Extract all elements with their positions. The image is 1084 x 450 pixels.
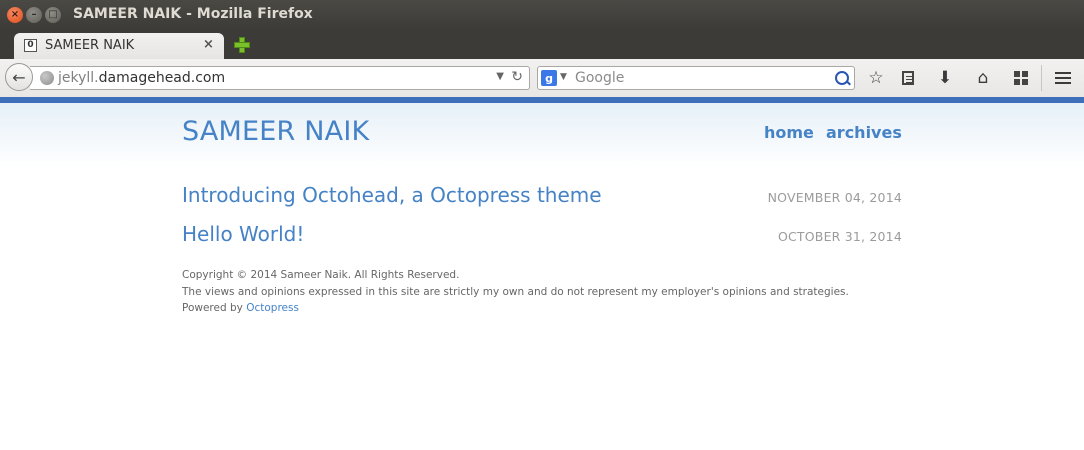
site-title[interactable]: SAMEER NAIK bbox=[182, 116, 369, 147]
footer-disclaimer: The views and opinions expressed in this… bbox=[182, 286, 849, 298]
magnifier-icon[interactable] bbox=[835, 71, 849, 85]
tab-title: SAMEER NAIK bbox=[45, 38, 135, 53]
footer-powered-by: Powered by Octopress bbox=[182, 302, 299, 314]
window-maximize-button[interactable]: □ bbox=[45, 7, 61, 23]
window-title: SAMEER NAIK - Mozilla Firefox bbox=[73, 6, 313, 22]
search-bar[interactable]: g ▼ Google bbox=[537, 66, 855, 90]
tab-favicon-icon: 0 bbox=[24, 39, 37, 52]
tab-close-icon[interactable]: × bbox=[203, 37, 214, 52]
reading-list-icon[interactable] bbox=[897, 67, 919, 89]
apps-grid-icon[interactable] bbox=[1010, 67, 1032, 89]
page-content: SAMEER NAIK home archives Introducing Oc… bbox=[0, 103, 1084, 450]
url-subdomain: jekyll. bbox=[58, 70, 99, 86]
back-button[interactable]: ← bbox=[5, 63, 33, 91]
nav-link-archives[interactable]: archives bbox=[826, 123, 902, 142]
reload-icon[interactable]: ↻ bbox=[511, 69, 523, 85]
home-icon[interactable]: ⌂ bbox=[972, 67, 994, 89]
url-domain: damagehead.com bbox=[98, 70, 226, 86]
url-bar[interactable]: jekyll.damagehead.com ▼ ↻ bbox=[30, 66, 530, 90]
globe-icon bbox=[40, 71, 54, 85]
nav-link-home[interactable]: home bbox=[764, 123, 814, 142]
search-engine-dropdown-icon[interactable]: ▼ bbox=[560, 72, 567, 82]
tab-sameer-naik[interactable]: 0 SAMEER NAIK × bbox=[14, 33, 224, 59]
window-minimize-button[interactable]: – bbox=[26, 7, 42, 23]
search-engine-icon[interactable]: g bbox=[541, 70, 557, 86]
back-arrow-icon: ← bbox=[12, 67, 26, 87]
bookmark-star-icon[interactable]: ☆ bbox=[865, 67, 887, 89]
url-history-dropdown-icon[interactable]: ▼ bbox=[496, 71, 504, 82]
post-title-hello-world[interactable]: Hello World! bbox=[182, 222, 304, 246]
url-text[interactable]: jekyll.damagehead.com bbox=[58, 70, 225, 86]
footer-copyright: Copyright © 2014 Sameer Naik. All Rights… bbox=[182, 269, 460, 281]
window-titlebar: × – □ SAMEER NAIK - Mozilla Firefox bbox=[0, 0, 1084, 30]
navigation-toolbar: jekyll.damagehead.com ▼ ↻ ← g ▼ Google ☆… bbox=[0, 59, 1084, 98]
post-date-octohead: NOVEMBER 04, 2014 bbox=[767, 190, 902, 205]
new-tab-plus-icon[interactable] bbox=[234, 37, 250, 53]
toolbar-separator bbox=[1041, 65, 1042, 91]
window-close-button[interactable]: × bbox=[7, 7, 23, 23]
tab-strip: 0 SAMEER NAIK × bbox=[0, 30, 1084, 59]
menu-icon[interactable] bbox=[1052, 67, 1074, 89]
footer-powered-prefix: Powered by bbox=[182, 302, 247, 314]
post-date-hello-world: OCTOBER 31, 2014 bbox=[777, 229, 902, 244]
search-input-placeholder[interactable]: Google bbox=[575, 70, 624, 86]
post-title-octohead[interactable]: Introducing Octohead, a Octopress theme bbox=[182, 183, 602, 207]
octopress-link[interactable]: Octopress bbox=[246, 302, 299, 314]
downloads-icon[interactable]: ⬇ bbox=[934, 67, 956, 89]
